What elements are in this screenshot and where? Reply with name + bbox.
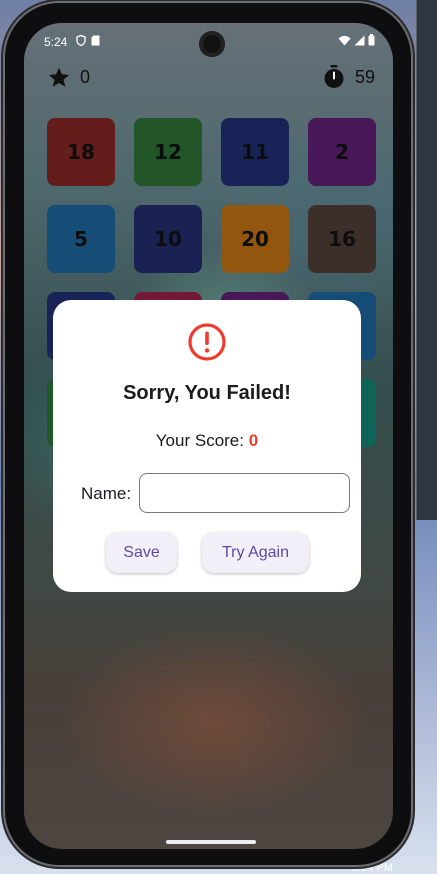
try-again-button[interactable]: Try Again	[202, 532, 309, 573]
status-time: 5:24	[44, 35, 68, 49]
status-bar: 5:24	[24, 23, 393, 59]
dialog-title: Sorry, You Failed!	[123, 382, 291, 404]
name-label: Name:	[81, 484, 132, 503]
signal-icon	[354, 35, 365, 49]
final-score: Your Score: 0	[53, 431, 361, 451]
final-score-value: 0	[248, 431, 259, 450]
time-left-value: 59	[354, 66, 375, 87]
timer-indicator: 59	[323, 63, 375, 91]
wifi-icon	[338, 35, 351, 49]
sim-card-icon	[91, 35, 100, 49]
desktop-window-edge	[416, 0, 437, 520]
shield-icon	[76, 34, 86, 49]
battery-icon	[368, 34, 375, 49]
score-label: Your Score:	[155, 431, 244, 450]
save-button[interactable]: Save	[106, 532, 177, 573]
game-over-dialog: Sorry, You Failed! Your Score: 0 Name: S…	[53, 300, 361, 592]
score-indicator: 0	[48, 63, 90, 91]
score-value: 0	[80, 66, 91, 87]
name-field[interactable]	[139, 473, 350, 513]
home-indicator[interactable]	[166, 840, 256, 844]
error-circle-icon	[187, 322, 227, 362]
stopwatch-icon	[323, 65, 345, 89]
star-icon	[48, 67, 70, 88]
status-icons	[338, 34, 375, 49]
